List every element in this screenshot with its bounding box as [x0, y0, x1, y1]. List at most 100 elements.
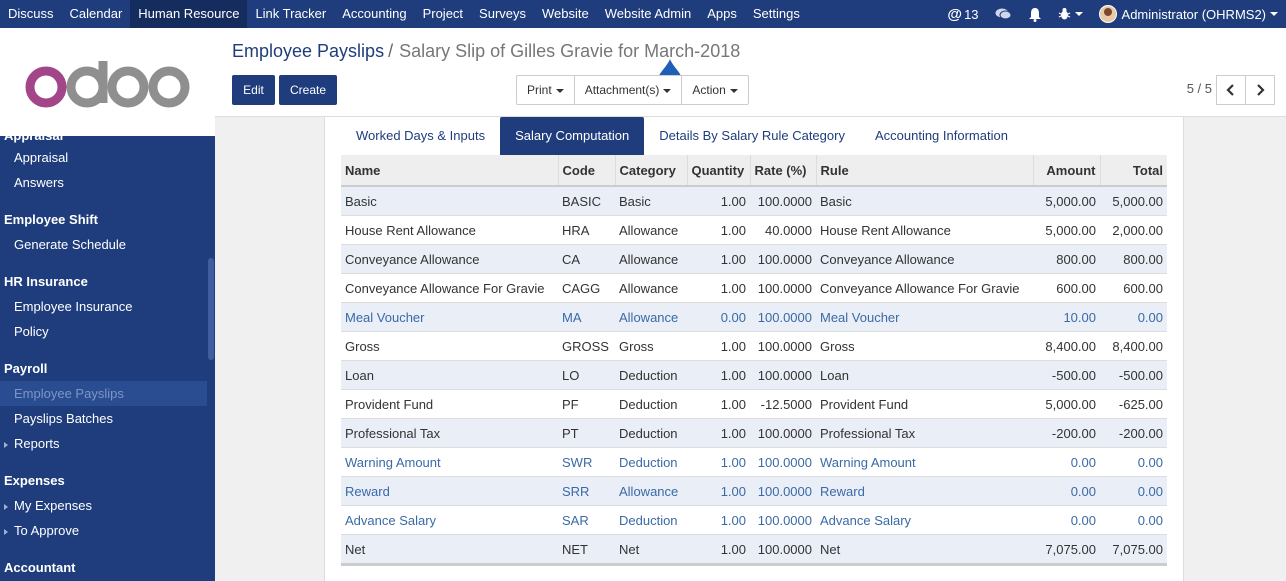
debug-button[interactable] — [1050, 0, 1091, 28]
cell-amount: 7,075.00 — [1033, 534, 1100, 563]
sidebar-item-my-expenses[interactable]: My Expenses — [0, 493, 207, 518]
menu-item-apps[interactable]: Apps — [699, 0, 745, 28]
menu-item-discuss[interactable]: Discuss — [0, 0, 62, 28]
menu-item-project[interactable]: Project — [415, 0, 471, 28]
sidebar-item-answers[interactable]: Answers — [0, 170, 207, 195]
breadcrumb-parent[interactable]: Employee Payslips — [232, 41, 384, 61]
cell-category: Deduction — [615, 418, 687, 448]
sidebar-item-reports[interactable]: Reports — [0, 431, 207, 456]
column-header-rule[interactable]: Rule — [816, 155, 1034, 187]
table-row[interactable]: Loan LO Deduction 1.00 100.0000 Loan -500.00 -5… — [341, 360, 1167, 390]
table-row[interactable]: Provident Fund PF Deduction 1.00 -12.5000 Pro… — [341, 389, 1167, 419]
sidebar-item-policy[interactable]: Policy — [0, 319, 207, 344]
sidebar-scrollbar-thumb[interactable] — [208, 258, 214, 360]
sidebar-item-payslips-batches[interactable]: Payslips Batches — [0, 406, 207, 431]
column-header-total[interactable]: Total — [1100, 155, 1167, 187]
cell-rule: Net — [816, 534, 1033, 563]
cell-name: Net — [341, 534, 558, 563]
sidebar-item-to-approve[interactable]: To Approve — [0, 518, 207, 543]
menu-item-accounting[interactable]: Accounting — [334, 0, 414, 28]
chat-icon — [995, 8, 1012, 20]
column-header-category[interactable]: Category — [615, 155, 688, 187]
cell-quantity: 1.00 — [687, 476, 750, 506]
cell-name: Conveyance Allowance — [341, 244, 558, 274]
cell-name: Advance Salary — [341, 505, 558, 535]
cell-total: 0.00 — [1100, 447, 1167, 477]
notebook-tabs: Worked Days & Inputs Salary Computation De… — [341, 117, 1023, 155]
column-header-quantity[interactable]: Quantity — [687, 155, 751, 187]
sidebar-item-generate-schedule[interactable]: Generate Schedule — [0, 232, 207, 257]
caret-down-icon — [1270, 12, 1278, 16]
mentions-button[interactable]: @ 13 — [939, 0, 986, 28]
table-row[interactable]: Advance Salary SAR Deduction 1.00 100.0000 Ad… — [341, 505, 1167, 535]
messages-button[interactable] — [987, 0, 1020, 28]
column-header-code[interactable]: Code — [558, 155, 616, 187]
cell-category: Net — [615, 534, 687, 563]
bug-icon — [1058, 8, 1070, 20]
cell-rule: Warning Amount — [816, 447, 1033, 477]
create-button[interactable]: Create — [279, 75, 337, 105]
cell-total: 600.00 — [1100, 273, 1167, 303]
sidebar-item-employee-insurance[interactable]: Employee Insurance — [0, 294, 207, 319]
cell-rule: Reward — [816, 476, 1033, 506]
caret-down-icon — [663, 88, 672, 93]
tab-accounting-information[interactable]: Accounting Information — [860, 117, 1023, 155]
action-label: Action — [692, 83, 726, 97]
table-row[interactable]: Conveyance Allowance CA Allowance 1.00 100.0… — [341, 244, 1167, 274]
odoo-logo[interactable] — [24, 61, 194, 109]
edit-button[interactable]: Edit — [232, 75, 275, 105]
column-header-name[interactable]: Name — [341, 155, 559, 187]
table-row[interactable]: Basic BASIC Basic 1.00 100.0000 Basic 5,000.00… — [341, 185, 1167, 216]
cell-rate: 100.0000 — [750, 302, 816, 332]
cell-total: 7,075.00 — [1100, 534, 1167, 563]
sidebar-item-appraisal[interactable]: Appraisal — [0, 145, 207, 170]
cell-code: LO — [558, 360, 615, 390]
cell-rate: 100.0000 — [750, 273, 816, 303]
table-row[interactable]: Gross GROSS Gross 1.00 100.0000 Gross 8,400.00… — [341, 331, 1167, 361]
table-row[interactable]: Professional Tax PT Deduction 1.00 100.0000 P… — [341, 418, 1167, 448]
menu-item-website[interactable]: Website — [534, 0, 597, 28]
sidebar-section-clipped: Appraisal — [0, 136, 207, 145]
tab-worked-days-inputs[interactable]: Worked Days & Inputs — [341, 117, 500, 155]
at-icon: @ — [947, 5, 963, 23]
pager-next-button[interactable] — [1246, 75, 1275, 105]
column-header-amount[interactable]: Amount — [1033, 155, 1101, 187]
breadcrumb-current: Salary Slip of Gilles Gravie for March-2… — [399, 41, 741, 61]
attachments-dropdown[interactable]: Attachment(s) — [575, 76, 683, 104]
print-dropdown[interactable]: Print — [517, 76, 575, 104]
tab-salary-computation[interactable]: Salary Computation — [500, 117, 645, 155]
menu-item-human-resource[interactable]: Human Resource — [130, 0, 248, 28]
table-row[interactable]: House Rent Allowance HRA Allowance 1.00 40.0… — [341, 215, 1167, 245]
user-menu[interactable]: Administrator (OHRMS2) — [1091, 0, 1286, 28]
pager-buttons — [1216, 75, 1275, 105]
cell-rule: Professional Tax — [816, 418, 1033, 448]
cell-name: Meal Voucher — [341, 302, 558, 332]
cell-total: 800.00 — [1100, 244, 1167, 274]
column-header-rate-[interactable]: Rate (%) — [750, 155, 817, 187]
cell-code: GROSS — [558, 331, 615, 361]
cell-rule: Gross — [816, 331, 1033, 361]
table-row[interactable]: Meal Voucher MA Allowance 0.00 100.0000 Meal … — [341, 302, 1167, 332]
menu-item-link-tracker[interactable]: Link Tracker — [247, 0, 334, 28]
menu-item-website-admin[interactable]: Website Admin — [597, 0, 699, 28]
table-row[interactable]: Reward SRR Allowance 1.00 100.0000 Reward 0.00… — [341, 476, 1167, 506]
cell-quantity: 1.00 — [687, 331, 750, 361]
menu-item-calendar[interactable]: Calendar — [62, 0, 131, 28]
menu-item-surveys[interactable]: Surveys — [471, 0, 534, 28]
cell-rate: 100.0000 — [750, 505, 816, 535]
notifications-button[interactable] — [1020, 0, 1050, 28]
cell-amount: 5,000.00 — [1033, 389, 1100, 419]
sidebar-section-title: Accountant — [4, 560, 76, 575]
menu-item-settings[interactable]: Settings — [745, 0, 808, 28]
cell-name: Professional Tax — [341, 418, 558, 448]
pager-previous-button[interactable] — [1216, 75, 1246, 105]
action-dropdown[interactable]: Action — [682, 76, 747, 104]
cell-rule: Meal Voucher — [816, 302, 1033, 332]
tab-details-by-salary-rule-category[interactable]: Details By Salary Rule Category — [644, 117, 860, 155]
cell-code: CA — [558, 244, 615, 274]
table-row[interactable]: Net NET Net 1.00 100.0000 Net 7,075.00 7,075.00 — [341, 534, 1167, 563]
table-row[interactable]: Conveyance Allowance For Gravie CAGG Allow… — [341, 273, 1167, 303]
sidebar-nav: Appraisal Appraisal Answers Employee Shift… — [0, 136, 207, 580]
sidebar-item-employee-payslips[interactable]: Employee Payslips — [0, 381, 207, 406]
table-row[interactable]: Warning Amount SWR Deduction 1.00 100.0000 Wa… — [341, 447, 1167, 477]
